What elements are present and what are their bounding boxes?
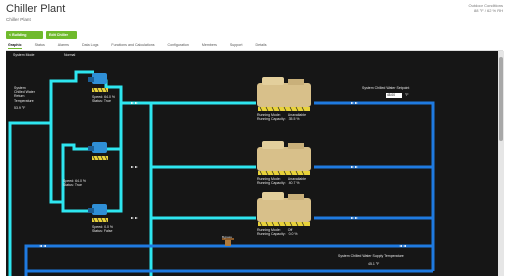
flow-arrow [131,217,138,219]
tab-bar: Graphic Status Alarms Data Logs Function… [8,42,280,49]
setpoint-label: System Chilled Water Setpoint [362,86,410,90]
system-mode-value: Normal [64,53,76,57]
bypass-label: Bypass [222,235,232,239]
tab-graphic[interactable]: Graphic [8,42,22,49]
tab-details[interactable]: Details [256,42,267,49]
plant-graphic-panel: System Mode Normal System Chilled Water … [6,51,498,276]
chiller-capacity-label: Running Capacity: [257,232,286,237]
chiller-1-capacity: 35.5 % [288,117,300,122]
return-temp-label: System Chilled Water Return Temperature [14,86,35,103]
tab-status[interactable]: Status [35,42,45,49]
chiller-2[interactable] [257,141,311,176]
chiller-1-info: Running Mode: Unavailable Running Capaci… [257,113,306,121]
tab-alarms[interactable]: Alarms [58,42,69,49]
return-pipe-pump2-out [106,103,123,151]
pump-status-label: Status: [63,183,74,188]
chiller-2-info: Running Mode: Unavailable Running Capaci… [257,177,306,185]
chiller-3-capacity: 0.0 % [288,232,298,237]
system-mode-label: System Mode [13,53,35,57]
pump-2[interactable] [88,142,108,161]
pump-status-label: Status: [92,229,103,234]
pump-2-status: True [74,183,82,188]
pump-2-info: Speed: 64.0 % Status: True [63,179,86,187]
tab-configuration[interactable]: Configuration [168,42,189,49]
supply-temp-value: 45.1 °F [368,262,380,266]
plant-schematic [8,70,435,276]
panel-scrollbar[interactable] [498,51,504,276]
return-temp-label-line: Temperature [14,98,34,103]
return-pipe-pump3-out [106,149,123,213]
page-title: Chiller Plant [6,3,66,15]
setpoint-unit: °F [405,93,409,97]
outdoor-conditions: Outdoor Conditions 88 °F / 62 % RH [469,3,503,13]
chiller-2-capacity: 40.7 % [288,181,300,186]
supply-pipes [24,101,435,276]
chiller-1[interactable] [257,77,311,112]
tab-functions-and-calculations[interactable]: Functions and Calculations [111,42,154,49]
flow-arrow [131,166,138,168]
scrollbar-thumb[interactable] [499,57,503,141]
return-temp-value: 53.9 °F [14,106,26,110]
supply-temp-label: System Chilled Water Supply Temperature [338,254,404,258]
pump-3-info: Speed: 0.0 % Status: False [92,225,113,233]
page-subtitle: Chiller Plant [6,17,31,22]
tab-data-logs[interactable]: Data Logs [82,42,98,49]
tab-members[interactable]: Members [202,42,217,49]
pump-3[interactable] [88,204,108,223]
chiller-capacity-label: Running Capacity: [257,181,286,186]
pump-1-status: True [103,99,111,104]
edit-chiller-plant-button[interactable]: Edit Chiller Plant [46,31,77,45]
pump-1-info: Speed: 64.0 % Status: True [92,95,115,103]
setpoint-input[interactable]: 45.00 [386,93,402,98]
chiller-capacity-label: Running Capacity: [257,117,286,122]
tab-support[interactable]: Support [230,42,243,49]
pump-3-status: False [103,229,113,234]
pump-status-label: Status: [92,99,103,104]
outdoor-conditions-value: 88 °F / 62 % RH [474,8,503,13]
chiller-3-info: Running Mode: Off Running Capacity: 0.0 … [257,228,298,236]
pump-1[interactable] [88,73,108,93]
building-summary-button[interactable]: < Building Summary [6,31,43,45]
return-pipe-lower [49,123,63,204]
return-pipe-pump2 [61,143,94,202]
chiller-3[interactable] [257,192,311,227]
